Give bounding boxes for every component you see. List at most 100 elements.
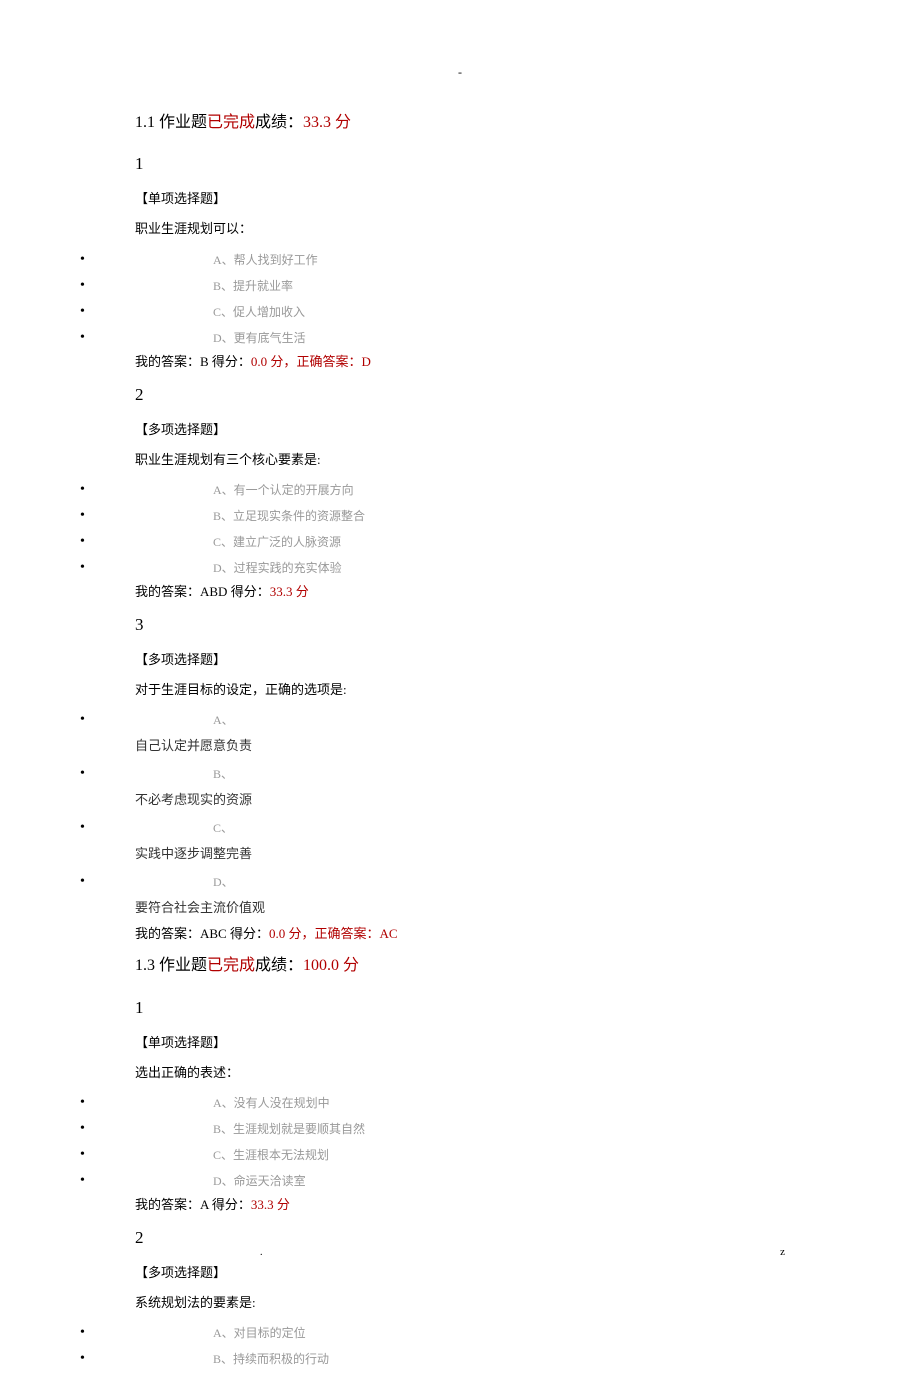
option-text: 提升就业率: [233, 279, 293, 293]
option-item: C、促人增加收入: [135, 301, 785, 323]
my-answer-prefix: 我的答案：A 得分：: [135, 1197, 251, 1212]
footer-z: z: [780, 1245, 785, 1260]
option-letter: D、: [213, 331, 234, 345]
question-type: 【多项选择题】: [135, 421, 785, 439]
correct-answer: 正确答案：D: [296, 354, 370, 369]
option-item: B、生涯规划就是要顺其自然: [135, 1118, 785, 1140]
footer-dot: .: [260, 1246, 263, 1260]
answer-score: 0.0 分，: [251, 354, 297, 369]
option-item: B、持续而积极的行动: [135, 1348, 785, 1370]
option-letter: A、: [213, 1326, 234, 1340]
answer-score: 33.3 分: [251, 1197, 290, 1212]
answer-line: 我的答案：B 得分：0.0 分，正确答案：D: [135, 353, 785, 371]
option-letter: D、: [213, 561, 234, 575]
my-answer-prefix: 我的答案：ABD 得分：: [135, 584, 270, 599]
completed-label: 已完成: [207, 957, 255, 974]
option-item: A、有一个认定的开展方向: [135, 479, 785, 501]
option-text: 有一个认定的开展方向: [234, 483, 354, 497]
option-letter: B、: [213, 1352, 233, 1366]
question-number: 1: [135, 152, 785, 176]
question-number: 2: [135, 1226, 785, 1250]
option-item: C、生涯根本无法规划: [135, 1144, 785, 1166]
option-text: 建立广泛的人脉资源: [233, 535, 341, 549]
score-label: 成绩：: [255, 114, 303, 131]
option-text: 没有人没在规划中: [234, 1096, 330, 1110]
option-letter: A、: [213, 713, 234, 727]
section-title: 1.3 作业题: [135, 957, 207, 974]
option-text: 促人增加收入: [233, 305, 305, 319]
question-text: 职业生涯规划有三个核心要素是:: [135, 451, 785, 469]
question-number: 1: [135, 996, 785, 1020]
options-list: A、自己认定并愿意负责 B、不必考虑现实的资源 C、实践中逐步调整完善 D、要符…: [135, 709, 785, 919]
option-text: 持续而积极的行动: [233, 1352, 329, 1366]
option-text: 实践中逐步调整完善: [135, 843, 785, 865]
top-dash: -: [458, 64, 462, 81]
option-item: B、提升就业率: [135, 275, 785, 297]
question-text: 系统规划法的要素是:: [135, 1294, 785, 1312]
option-item: A、帮人找到好工作: [135, 249, 785, 271]
question-text: 选出正确的表述：: [135, 1064, 785, 1082]
option-letter: C、: [213, 821, 233, 835]
option-item: A、自己认定并愿意负责: [135, 709, 785, 757]
completed-label: 已完成: [207, 114, 255, 131]
option-letter: B、: [213, 1122, 233, 1136]
option-text: 更有底气生活: [234, 331, 306, 345]
option-item: C、建立广泛的人脉资源: [135, 531, 785, 553]
option-text: 不必考虑现实的资源: [135, 789, 785, 811]
option-text: 立足现实条件的资源整合: [233, 509, 365, 523]
option-text: 生涯根本无法规划: [233, 1148, 329, 1162]
option-letter: A、: [213, 483, 234, 497]
options-list: A、帮人找到好工作 B、提升就业率 C、促人增加收入 D、更有底气生活: [135, 249, 785, 349]
option-letter: C、: [213, 305, 233, 319]
question-number: 2: [135, 383, 785, 407]
score-value: 33.3 分: [303, 114, 351, 131]
options-list: A、没有人没在规划中 B、生涯规划就是要顺其自然 C、生涯根本无法规划 D、命运…: [135, 1092, 785, 1192]
options-list: A、对目标的定位 B、持续而积极的行动: [135, 1322, 785, 1370]
option-item: D、过程实践的充实体验: [135, 557, 785, 579]
option-text: 生涯规划就是要顺其自然: [233, 1122, 365, 1136]
answer-line: 我的答案：ABC 得分：0.0 分，正确答案：AC: [135, 925, 785, 943]
my-answer-prefix: 我的答案：ABC 得分：: [135, 926, 269, 941]
option-item: B、不必考虑现实的资源: [135, 763, 785, 811]
option-item: C、实践中逐步调整完善: [135, 817, 785, 865]
option-letter: A、: [213, 1096, 234, 1110]
score-value: 100.0 分: [303, 957, 359, 974]
my-answer-prefix: 我的答案：B 得分：: [135, 354, 251, 369]
option-item: D、要符合社会主流价值观: [135, 871, 785, 919]
option-item: D、命运天洽读室: [135, 1170, 785, 1192]
option-letter: A、: [213, 253, 234, 267]
section-header: 1.1 作业题已完成成绩：33.3 分: [135, 112, 785, 134]
option-text: 对目标的定位: [234, 1326, 306, 1340]
question-text: 职业生涯规划可以：: [135, 220, 785, 238]
question-number: 3: [135, 613, 785, 637]
content-area: 1.1 作业题已完成成绩：33.3 分 1 【单项选择题】 职业生涯规划可以： …: [135, 112, 785, 1374]
correct-answer: 正确答案：AC: [315, 926, 398, 941]
question-type: 【多项选择题】: [135, 651, 785, 669]
option-text: 命运天洽读室: [234, 1174, 306, 1188]
option-letter: D、: [213, 875, 234, 889]
section-title: 1.1 作业题: [135, 114, 207, 131]
answer-line: 我的答案：ABD 得分：33.3 分: [135, 583, 785, 601]
option-letter: B、: [213, 767, 233, 781]
question-text: 对于生涯目标的设定，正确的选项是:: [135, 681, 785, 699]
answer-score: 33.3 分: [270, 584, 309, 599]
section-header: 1.3 作业题已完成成绩：100.0 分: [135, 955, 785, 977]
option-letter: C、: [213, 535, 233, 549]
option-item: A、没有人没在规划中: [135, 1092, 785, 1114]
answer-line: 我的答案：A 得分：33.3 分: [135, 1196, 785, 1214]
option-item: B、立足现实条件的资源整合: [135, 505, 785, 527]
question-type: 【单项选择题】: [135, 1034, 785, 1052]
option-letter: B、: [213, 509, 233, 523]
answer-score: 0.0 分，: [269, 926, 315, 941]
option-text: 过程实践的充实体验: [234, 561, 342, 575]
option-letter: D、: [213, 1174, 234, 1188]
option-text: 帮人找到好工作: [234, 253, 318, 267]
question-type: 【单项选择题】: [135, 190, 785, 208]
option-item: A、对目标的定位: [135, 1322, 785, 1344]
option-letter: B、: [213, 279, 233, 293]
question-type: 【多项选择题】: [135, 1264, 785, 1282]
option-text: 要符合社会主流价值观: [135, 897, 785, 919]
option-item: D、更有底气生活: [135, 327, 785, 349]
option-text: 自己认定并愿意负责: [135, 735, 785, 757]
score-label: 成绩：: [255, 957, 303, 974]
